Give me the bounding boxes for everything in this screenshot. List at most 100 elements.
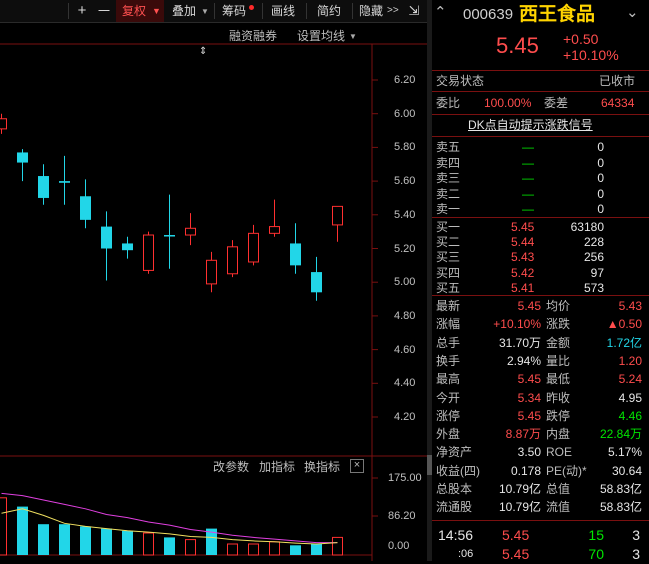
bid-row[interactable]: 买三 5.43 256 [432, 250, 649, 265]
stats-row: 涨停 5.45 跌停 4.46 [432, 409, 649, 426]
candle-body [290, 243, 301, 266]
tick-time: :06 [458, 548, 474, 560]
ask-volume: 0 [597, 155, 604, 170]
stat-label: 总手 [436, 335, 461, 350]
stat-value: 5.17% [607, 445, 642, 460]
bid-row[interactable]: 买二 5.44 228 [432, 235, 649, 250]
price-tick-label: 5.80 [394, 141, 416, 154]
volume-bar [185, 539, 196, 556]
weibi-label: 委比 [436, 96, 461, 110]
bid-label: 买三 [436, 250, 461, 265]
ask-row[interactable]: 卖二 — 0 [432, 187, 649, 202]
bid-label: 买二 [436, 235, 461, 250]
stat-value: 8.87万 [505, 427, 541, 442]
stats-row: 净资产 3.50 ROE 5.17% [432, 445, 649, 462]
stat-value: 5.45 [517, 299, 541, 313]
stats-row: 外盘 8.87万 内盘 22.84万 [432, 427, 649, 444]
bid-price: 5.43 [511, 250, 535, 265]
ask-label: 卖二 [436, 186, 461, 201]
switch-indicator-button[interactable]: 换指标 [304, 460, 340, 474]
ask-row[interactable]: 卖一 — 0 [432, 202, 649, 217]
stat-value: +10.10% [493, 317, 541, 332]
bid-volume: 573 [583, 280, 604, 295]
stat-value: 0.178 [510, 463, 541, 478]
stat-label: 收益(四) [436, 463, 480, 478]
stat-value: 10.79亿 [498, 500, 541, 515]
ask-volume: 0 [597, 140, 604, 154]
volume-bar [143, 532, 154, 556]
ask-label: 卖一 [436, 202, 461, 216]
stat-label: 总值 [546, 482, 571, 496]
bid-row[interactable]: 买一 5.45 63180 [432, 220, 649, 235]
volume-tick-label: 86.20 [388, 510, 416, 522]
volume-bar [290, 545, 301, 555]
volume-bar [59, 524, 70, 555]
ask-price: — [522, 202, 534, 216]
stat-value: 10.79亿 [498, 482, 541, 496]
ask-volume: 0 [597, 171, 604, 185]
stat-label: 涨停 [436, 408, 461, 423]
stat-value: 4.95 [618, 390, 642, 405]
price-tick-label: 5.40 [394, 208, 416, 221]
bid-row[interactable]: 买五 5.41 573 [432, 281, 649, 296]
tick-time: 14:56 [438, 527, 474, 543]
price-change-pct: +10.10% [563, 47, 619, 63]
add-indicator-button[interactable]: 加指标 [259, 460, 295, 474]
close-indicator-icon[interactable]: × [350, 459, 364, 473]
candle-body [164, 235, 175, 237]
candle-body [227, 246, 238, 275]
stats-row: 总股本 10.79亿 总值 58.83亿 [432, 482, 649, 499]
back-icon[interactable]: ⌃ [434, 5, 447, 20]
tick-row: :06 5.45 70 3 [432, 546, 649, 564]
stat-value: 58.83亿 [599, 482, 642, 496]
stat-label: 换手 [436, 353, 461, 368]
volume-bar [311, 544, 322, 555]
divider [432, 114, 649, 115]
change-params-button[interactable]: 改参数 [213, 460, 249, 474]
tick-price: 5.45 [502, 527, 530, 543]
candle-body [143, 234, 154, 271]
candle-body [269, 226, 280, 234]
divider [432, 520, 649, 521]
stat-label: 金额 [546, 335, 571, 350]
trade-status-label: 交易状态 [436, 74, 485, 88]
stats-row: 最新 5.45 均价 5.43 [432, 299, 649, 316]
tick-volume: 70 [588, 546, 604, 562]
candlestick-chart [0, 43, 427, 561]
divider [432, 217, 649, 218]
tick-count: 3 [632, 527, 640, 543]
weibi-value: 100.00% [484, 96, 532, 110]
stats-row: 流通股 10.79亿 流值 58.83亿 [432, 500, 649, 517]
stat-label: ROE [546, 445, 573, 460]
trade-status-value: 已收市 [599, 74, 636, 88]
stat-label: 今开 [436, 390, 461, 405]
bid-volume: 63180 [570, 220, 604, 234]
stats-row: 总手 31.70万 金额 1.72亿 [432, 336, 649, 353]
divider [432, 295, 649, 296]
bid-price: 5.41 [511, 280, 535, 295]
ask-row[interactable]: 卖五 — 0 [432, 140, 649, 155]
forward-icon[interactable]: ⌄ [626, 5, 639, 20]
ask-price: — [522, 155, 534, 170]
volume-bar [122, 530, 133, 555]
stat-value: ▲0.50 [606, 317, 642, 332]
ask-price: — [522, 186, 534, 201]
dk-signal-link[interactable]: DK点自动提示涨跌信号 [468, 118, 593, 132]
ask-volume: 0 [597, 202, 604, 216]
bid-row[interactable]: 买四 5.42 97 [432, 266, 649, 281]
candle-body [248, 232, 259, 263]
stat-label: 跌停 [546, 408, 571, 423]
ask-row[interactable]: 卖四 — 0 [432, 156, 649, 171]
ask-row[interactable]: 卖三 — 0 [432, 171, 649, 186]
stat-label: 流通股 [436, 500, 473, 515]
candle-body [80, 196, 91, 220]
bid-volume: 256 [583, 250, 604, 265]
stat-label: 涨幅 [436, 317, 461, 332]
price-tick-label: 4.60 [394, 343, 416, 356]
stat-label: 内盘 [546, 427, 571, 442]
weicha-value: 64334 [601, 96, 635, 110]
volume-tick-label: 0.00 [388, 540, 410, 552]
candle-body [17, 152, 28, 163]
stat-value: 1.20 [618, 353, 642, 368]
current-price: 5.45 [496, 33, 539, 58]
